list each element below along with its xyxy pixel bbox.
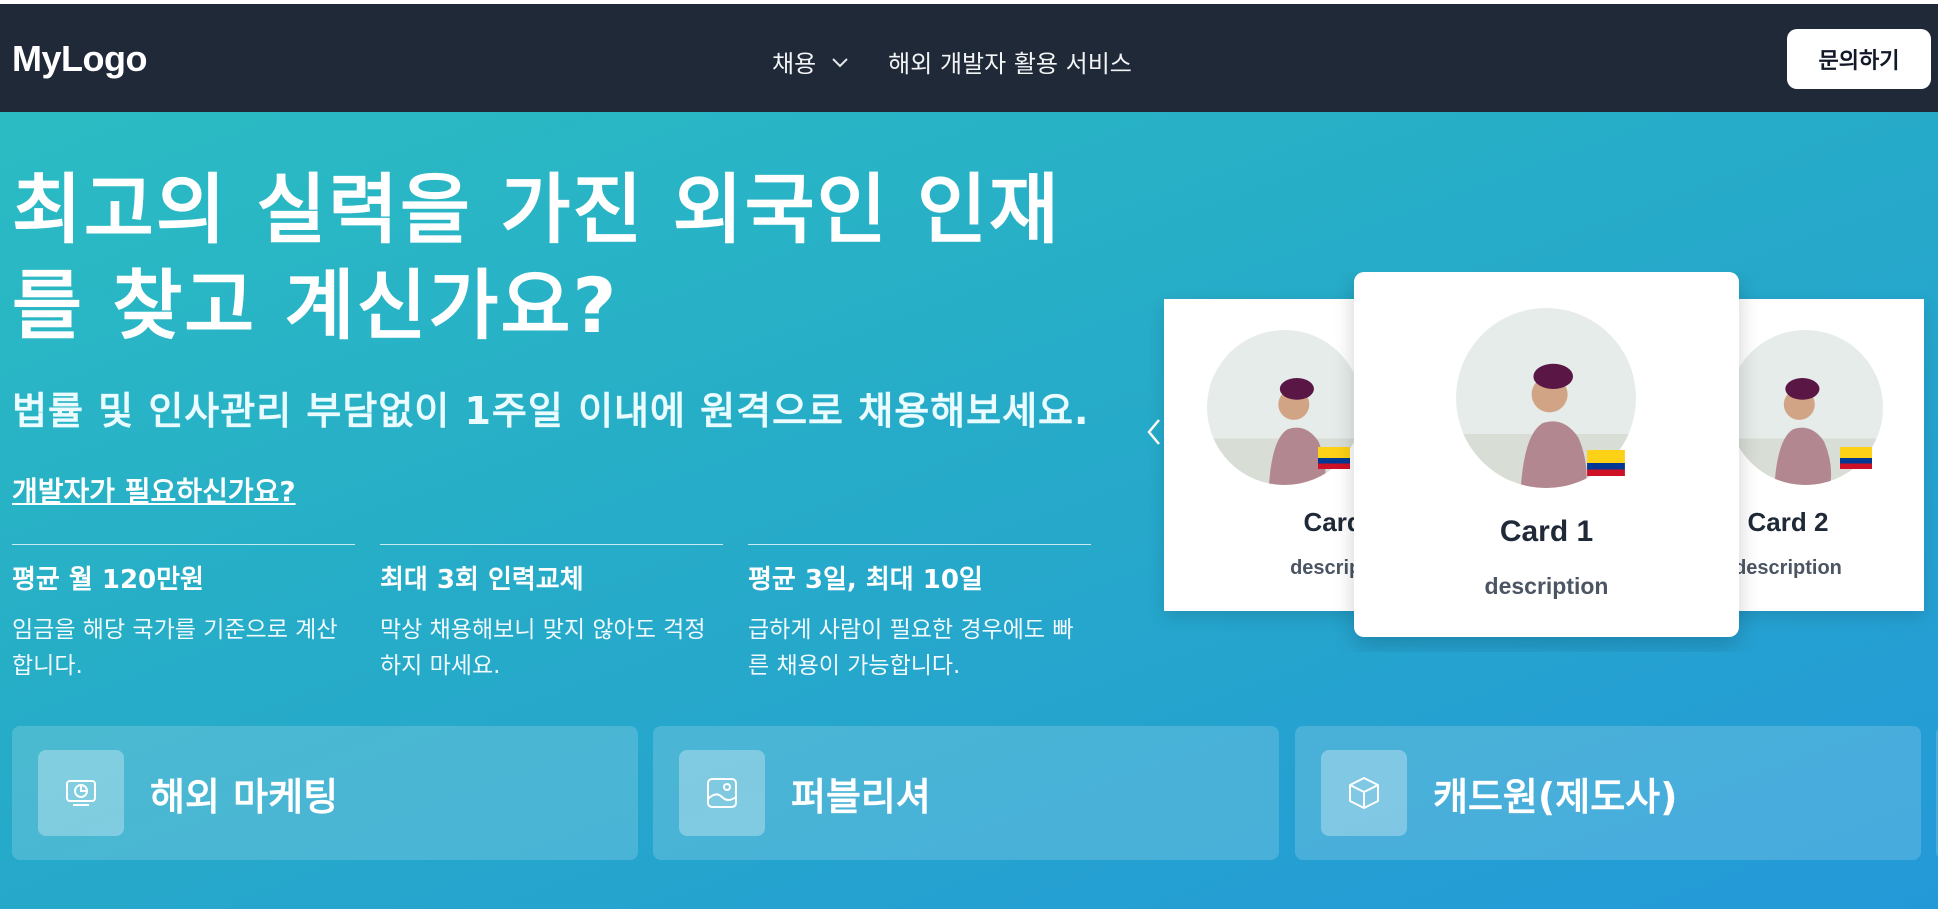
colombia-flag-icon: [1840, 447, 1872, 469]
stat-salary: 평균 월 120만원 임금을 해당 국가를 기준으로 계산합니다.: [12, 544, 355, 684]
hero-title-line2: 를 찾고 계신가요?: [12, 261, 619, 350]
card-description: description: [1484, 573, 1609, 599]
stat-title: 평균 월 120만원: [12, 565, 204, 595]
card-title: Card 1: [1499, 515, 1594, 548]
navbar: MyLogo 채용 해외 개발자 활용 서비스 문의하기: [0, 4, 1938, 112]
stat-desc: 임금을 해당 국가를 기준으로 계산합니다.: [12, 617, 338, 679]
nav-item-hiring[interactable]: 채용: [772, 44, 850, 79]
category-overseas-marketing[interactable]: 해외 마케팅: [12, 726, 638, 860]
logo[interactable]: MyLogo: [12, 38, 147, 80]
nav-menu: 채용 해외 개발자 활용 서비스: [772, 44, 1132, 79]
nav-item-hiring-label: 채용: [772, 50, 817, 78]
colombia-flag-icon: [1318, 447, 1350, 469]
hero-section: 최고의 실력을 가진 외국인 인재 를 찾고 계신가요? 법률 및 인사관리 부…: [0, 112, 1938, 909]
profile-card-5[interactable]: Card 5 description: [1164, 299, 1398, 611]
category-cad-drafter[interactable]: 캐드원(제도사): [1295, 726, 1921, 860]
nav-item-overseas-dev-label: 해외 개발자 활용 서비스: [888, 50, 1132, 78]
need-developer-link[interactable]: 개발자가 필요하신가요?: [12, 470, 296, 510]
job-categories: 해외 마케팅 퍼블리셔 캐드원(제도사): [12, 726, 1938, 860]
chevron-down-icon: [832, 57, 848, 67]
hero-subtitle: 법률 및 인사관리 부담없이 1주일 이내에 원격으로 채용해보세요.: [12, 389, 1090, 433]
stat-desc: 막상 채용해보니 맞지 않아도 걱정하지 마세요.: [380, 617, 706, 679]
stat-replacement: 최대 3회 인력교체 막상 채용해보니 맞지 않아도 걱정하지 마세요.: [380, 544, 723, 684]
monitor-chart-icon: [38, 750, 124, 836]
image-icon: [679, 750, 765, 836]
category-label: 캐드원(제도사): [1433, 774, 1678, 819]
stats-row: 평균 월 120만원 임금을 해당 국가를 기준으로 계산합니다. 최대 3회 …: [12, 544, 1091, 684]
nav-item-overseas-dev[interactable]: 해외 개발자 활용 서비스: [888, 44, 1132, 79]
category-publisher[interactable]: 퍼블리셔: [653, 726, 1279, 860]
colombia-flag-icon: [1587, 450, 1625, 476]
category-label: 해외 마케팅: [150, 774, 339, 819]
profile-card-2[interactable]: Card 2 description: [1728, 299, 1924, 611]
stat-title: 평균 3일, 최대 10일: [748, 565, 983, 595]
profile-card-1[interactable]: Card 1 description: [1354, 272, 1739, 637]
profile-carousel: Card 5 description Card 2 description Ca…: [1130, 272, 1938, 652]
cube-icon: [1321, 750, 1407, 836]
stat-desc: 급하게 사람이 필요한 경우에도 빠른 채용이 가능합니다.: [748, 617, 1074, 679]
stat-title: 최대 3회 인력교체: [380, 565, 584, 595]
hero-title: 최고의 실력을 가진 외국인 인재 를 찾고 계신가요?: [12, 162, 1112, 354]
stat-speed: 평균 3일, 최대 10일 급하게 사람이 필요한 경우에도 빠른 채용이 가능…: [748, 544, 1091, 684]
contact-button[interactable]: 문의하기: [1787, 29, 1931, 89]
category-label: 퍼블리셔: [791, 774, 931, 819]
hero-title-line1: 최고의 실력을 가진 외국인 인재: [12, 165, 1061, 254]
